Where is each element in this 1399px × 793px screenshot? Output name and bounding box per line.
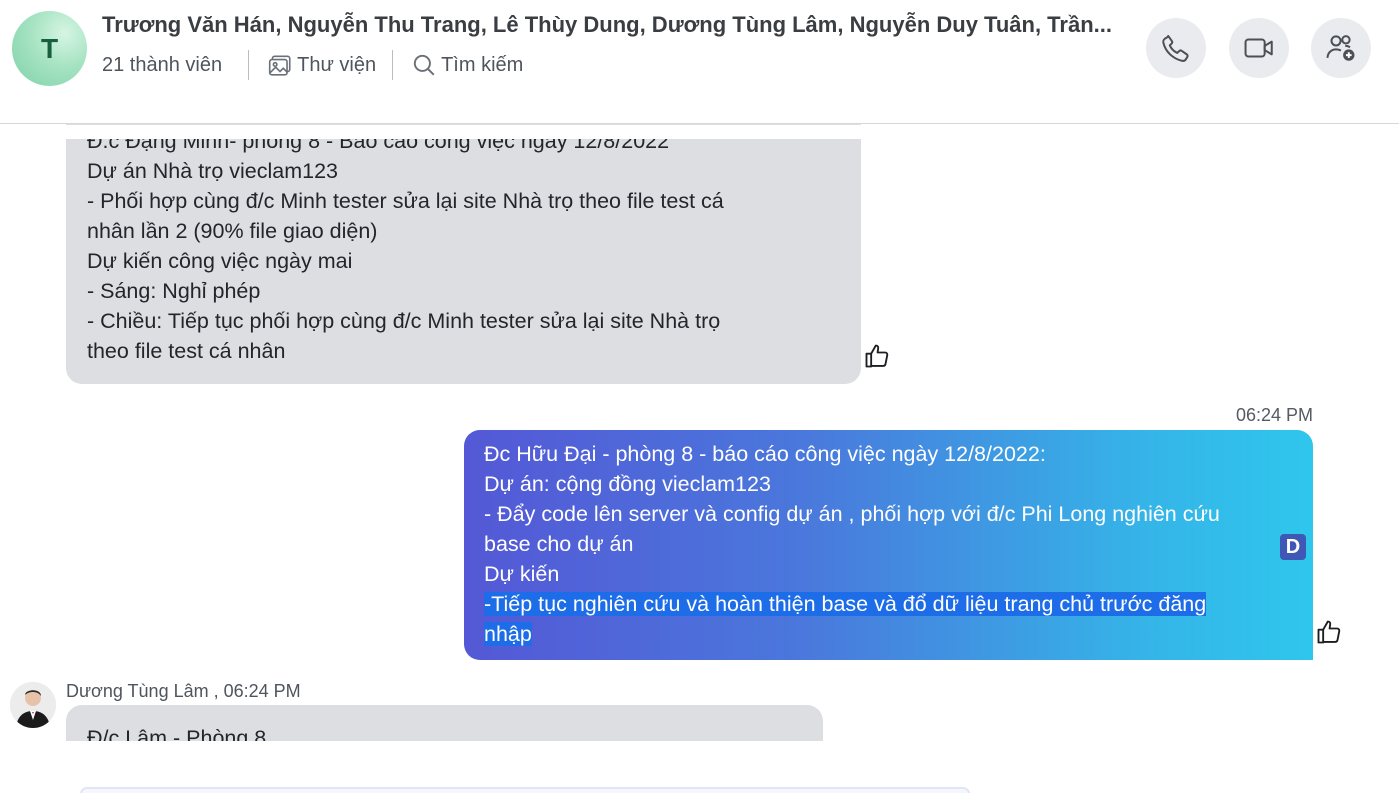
divider [392, 50, 394, 80]
group-title[interactable]: Trương Văn Hán, Nguyễn Thu Trang, Lê Thù… [102, 12, 1122, 38]
group-meta: 21 thành viên Thư viện Tìm kiếm [102, 50, 523, 80]
message-input-bar[interactable] [80, 787, 970, 793]
scroll-mask [0, 125, 1399, 139]
thumbs-up-icon [1317, 620, 1341, 644]
member-count[interactable]: 21 thành viên [102, 54, 222, 77]
chat-header: T Trương Văn Hán, Nguyễn Thu Trang, Lê T… [0, 0, 1399, 124]
message-line: - Chiều: Tiếp tục phối hợp cùng đ/c Minh… [87, 309, 721, 333]
message-line: - Sáng: Nghỉ phép [87, 279, 261, 303]
message-line: Dự án: cộng đồng vieclam123 [484, 472, 771, 496]
person-avatar-icon [10, 682, 56, 728]
phone-icon [1162, 34, 1189, 62]
group-avatar-letter: T [40, 32, 59, 64]
message-line: Dự án Nhà trọ vieclam123 [87, 159, 339, 183]
like-button[interactable] [863, 342, 891, 370]
message-line: -Tiếp tục nghiên cứu và hoàn thiện base … [484, 589, 1293, 619]
outgoing-message[interactable]: Đc Hữu Đại - phòng 8 - báo cáo công việc… [464, 430, 1313, 660]
add-member-icon [1326, 35, 1355, 61]
call-button[interactable] [1146, 18, 1206, 78]
message-line: theo file test cá nhân [87, 339, 286, 363]
selected-text: nhập [484, 622, 532, 646]
selected-text: -Tiếp tục nghiên cứu và hoàn thiện base … [484, 592, 1207, 616]
message-line: - Phối hợp cùng đ/c Minh tester sửa lại … [87, 189, 724, 213]
add-member-button[interactable] [1311, 18, 1371, 78]
search-link[interactable]: Tìm kiếm [411, 52, 523, 78]
message-line: Dự kiến [484, 562, 560, 586]
message-text: Đ.c Đặng Minh- phòng 8 - Báo cáo công vi… [87, 126, 827, 366]
group-avatar[interactable]: T [12, 11, 87, 86]
video-icon [1244, 38, 1273, 58]
thumbs-up-icon [865, 344, 889, 368]
like-button[interactable] [1315, 618, 1343, 646]
message-line: nhân lần 2 (90% file giao diện) [87, 219, 378, 243]
message-line: Đc Hữu Đại - phòng 8 - báo cáo công việc… [484, 442, 1046, 466]
incoming-message[interactable]: Đ.c Đặng Minh- phòng 8 - Báo cáo công vi… [66, 124, 861, 384]
library-link[interactable]: Thư viện [267, 52, 376, 78]
search-label: Tìm kiếm [441, 53, 524, 76]
video-call-button[interactable] [1229, 18, 1289, 78]
extension-badge[interactable]: D [1280, 534, 1306, 560]
scroll-mask [0, 741, 1399, 787]
library-label: Thư viện [297, 53, 377, 76]
message-line: nhập [484, 619, 1293, 649]
sender-name-time: Dương Tùng Lâm , 06:24 PM [66, 681, 301, 701]
divider [248, 50, 250, 80]
image-gallery-icon [269, 55, 291, 76]
incoming-message[interactable]: Đ/c Lâm - Phòng 8 [66, 705, 823, 741]
message-line: base cho dự án [484, 532, 634, 556]
search-icon [413, 54, 435, 76]
message-line: Dự kiến công việc ngày mai [87, 249, 353, 273]
message-line: - Đẩy code lên server và config dự án , … [484, 502, 1220, 526]
message-time: 06:24 PM [1235, 405, 1313, 425]
avatar[interactable] [10, 682, 56, 728]
message-line: Đ/c Lâm - Phòng 8 [87, 726, 267, 741]
